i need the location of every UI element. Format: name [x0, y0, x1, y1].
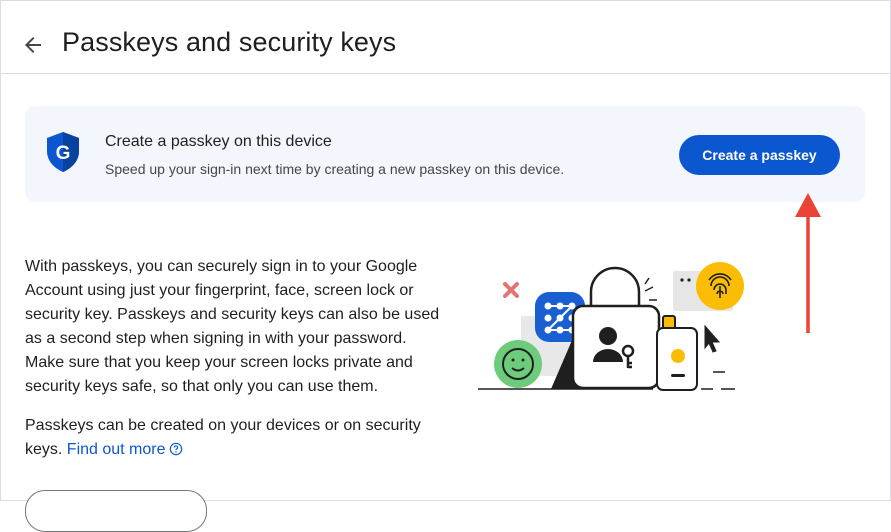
svg-text:G: G	[56, 143, 71, 164]
back-arrow-icon[interactable]	[21, 33, 45, 57]
padlock-person-icon	[571, 304, 661, 390]
devices-description: Passkeys can be created on your devices …	[25, 414, 445, 462]
fingerprint-icon	[696, 262, 744, 310]
page-header: Passkeys and security keys	[1, 1, 890, 74]
create-passkey-button[interactable]: Create a passkey	[679, 135, 840, 175]
outlined-button[interactable]	[25, 490, 207, 532]
red-annotation-arrow	[795, 193, 821, 333]
banner-title: Create a passkey on this device	[105, 133, 332, 150]
create-passkey-banner: G Create a passkey on this device Speed …	[25, 106, 865, 202]
google-shield-icon: G	[47, 132, 79, 172]
cursor-icon	[704, 324, 721, 353]
find-out-more-link[interactable]: Find out more	[67, 441, 166, 458]
passkeys-description: With passkeys, you can securely sign in …	[25, 258, 440, 395]
pink-x-icon	[503, 282, 519, 298]
passkey-illustration	[478, 262, 744, 391]
help-circle-icon[interactable]	[169, 442, 183, 456]
banner-subtitle: Speed up your sign-in next time by creat…	[105, 161, 565, 177]
smiley-face-icon	[494, 340, 542, 388]
page-title: Passkeys and security keys	[62, 27, 397, 57]
security-key-icon	[656, 315, 698, 391]
